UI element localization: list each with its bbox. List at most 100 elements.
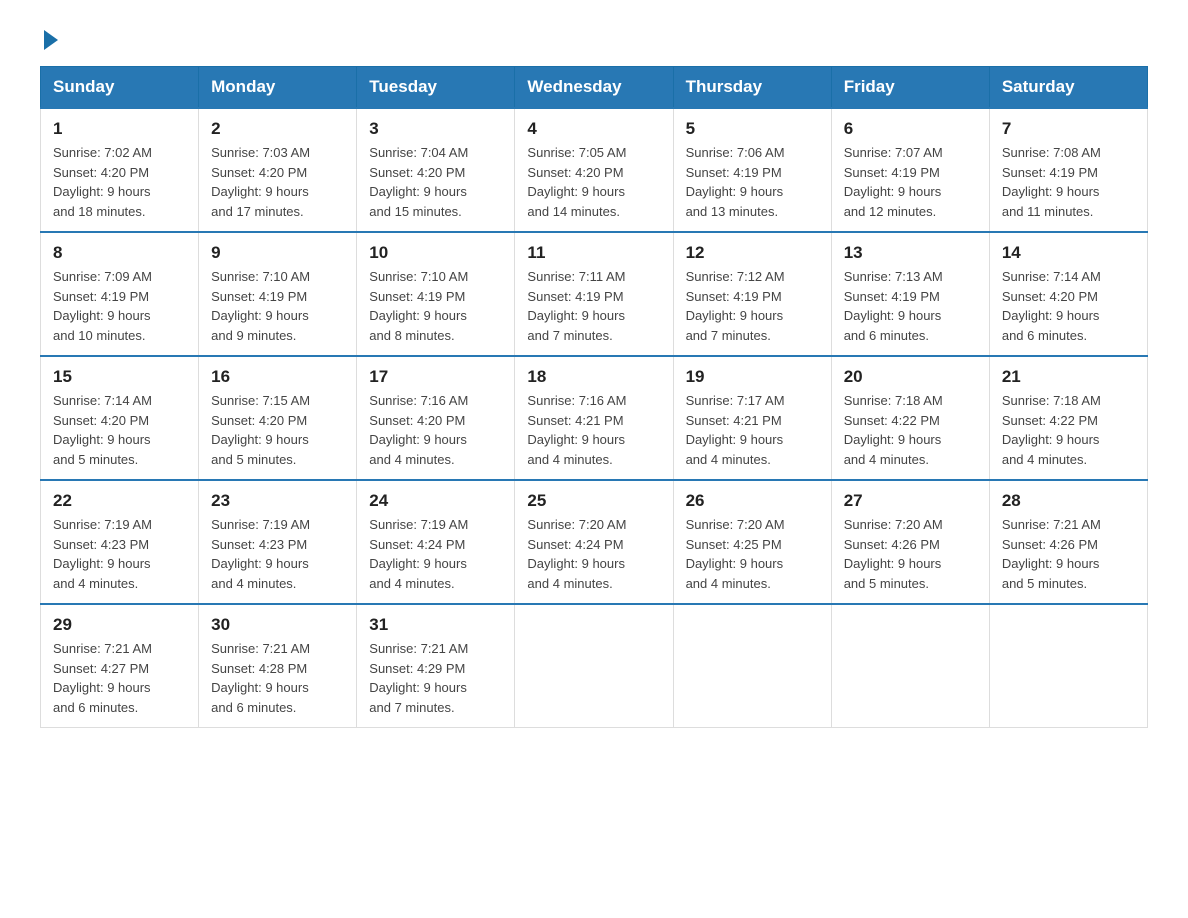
day-number: 8: [53, 243, 186, 263]
calendar-table: SundayMondayTuesdayWednesdayThursdayFrid…: [40, 66, 1148, 728]
calendar-cell: 4 Sunrise: 7:05 AMSunset: 4:20 PMDayligh…: [515, 108, 673, 232]
calendar-cell: 12 Sunrise: 7:12 AMSunset: 4:19 PMDaylig…: [673, 232, 831, 356]
calendar-cell: 2 Sunrise: 7:03 AMSunset: 4:20 PMDayligh…: [199, 108, 357, 232]
calendar-week-row: 15 Sunrise: 7:14 AMSunset: 4:20 PMDaylig…: [41, 356, 1148, 480]
day-info: Sunrise: 7:13 AMSunset: 4:19 PMDaylight:…: [844, 269, 943, 343]
calendar-cell: [673, 604, 831, 728]
day-info: Sunrise: 7:05 AMSunset: 4:20 PMDaylight:…: [527, 145, 626, 219]
day-number: 31: [369, 615, 502, 635]
page-header: [40, 30, 1148, 46]
calendar-header-tuesday: Tuesday: [357, 67, 515, 109]
calendar-cell: 25 Sunrise: 7:20 AMSunset: 4:24 PMDaylig…: [515, 480, 673, 604]
day-info: Sunrise: 7:20 AMSunset: 4:24 PMDaylight:…: [527, 517, 626, 591]
day-number: 7: [1002, 119, 1135, 139]
day-info: Sunrise: 7:21 AMSunset: 4:27 PMDaylight:…: [53, 641, 152, 715]
calendar-cell: [515, 604, 673, 728]
calendar-header-thursday: Thursday: [673, 67, 831, 109]
calendar-week-row: 8 Sunrise: 7:09 AMSunset: 4:19 PMDayligh…: [41, 232, 1148, 356]
day-number: 25: [527, 491, 660, 511]
calendar-cell: 21 Sunrise: 7:18 AMSunset: 4:22 PMDaylig…: [989, 356, 1147, 480]
calendar-cell: 28 Sunrise: 7:21 AMSunset: 4:26 PMDaylig…: [989, 480, 1147, 604]
calendar-cell: 22 Sunrise: 7:19 AMSunset: 4:23 PMDaylig…: [41, 480, 199, 604]
day-number: 24: [369, 491, 502, 511]
logo-arrow-icon: [44, 30, 58, 50]
calendar-cell: 20 Sunrise: 7:18 AMSunset: 4:22 PMDaylig…: [831, 356, 989, 480]
calendar-cell: 29 Sunrise: 7:21 AMSunset: 4:27 PMDaylig…: [41, 604, 199, 728]
calendar-cell: 23 Sunrise: 7:19 AMSunset: 4:23 PMDaylig…: [199, 480, 357, 604]
day-number: 3: [369, 119, 502, 139]
day-number: 4: [527, 119, 660, 139]
day-info: Sunrise: 7:20 AMSunset: 4:26 PMDaylight:…: [844, 517, 943, 591]
day-info: Sunrise: 7:21 AMSunset: 4:29 PMDaylight:…: [369, 641, 468, 715]
calendar-cell: 26 Sunrise: 7:20 AMSunset: 4:25 PMDaylig…: [673, 480, 831, 604]
day-info: Sunrise: 7:15 AMSunset: 4:20 PMDaylight:…: [211, 393, 310, 467]
day-number: 1: [53, 119, 186, 139]
calendar-header-monday: Monday: [199, 67, 357, 109]
day-info: Sunrise: 7:10 AMSunset: 4:19 PMDaylight:…: [211, 269, 310, 343]
calendar-cell: 24 Sunrise: 7:19 AMSunset: 4:24 PMDaylig…: [357, 480, 515, 604]
day-info: Sunrise: 7:10 AMSunset: 4:19 PMDaylight:…: [369, 269, 468, 343]
calendar-header-saturday: Saturday: [989, 67, 1147, 109]
calendar-cell: 1 Sunrise: 7:02 AMSunset: 4:20 PMDayligh…: [41, 108, 199, 232]
day-number: 30: [211, 615, 344, 635]
day-info: Sunrise: 7:14 AMSunset: 4:20 PMDaylight:…: [1002, 269, 1101, 343]
day-info: Sunrise: 7:11 AMSunset: 4:19 PMDaylight:…: [527, 269, 625, 343]
calendar-cell: 5 Sunrise: 7:06 AMSunset: 4:19 PMDayligh…: [673, 108, 831, 232]
day-number: 28: [1002, 491, 1135, 511]
calendar-header-sunday: Sunday: [41, 67, 199, 109]
day-info: Sunrise: 7:18 AMSunset: 4:22 PMDaylight:…: [1002, 393, 1101, 467]
day-number: 23: [211, 491, 344, 511]
day-number: 29: [53, 615, 186, 635]
calendar-cell: 31 Sunrise: 7:21 AMSunset: 4:29 PMDaylig…: [357, 604, 515, 728]
day-info: Sunrise: 7:19 AMSunset: 4:23 PMDaylight:…: [53, 517, 152, 591]
day-info: Sunrise: 7:16 AMSunset: 4:20 PMDaylight:…: [369, 393, 468, 467]
calendar-week-row: 29 Sunrise: 7:21 AMSunset: 4:27 PMDaylig…: [41, 604, 1148, 728]
day-info: Sunrise: 7:21 AMSunset: 4:26 PMDaylight:…: [1002, 517, 1101, 591]
day-info: Sunrise: 7:16 AMSunset: 4:21 PMDaylight:…: [527, 393, 626, 467]
day-info: Sunrise: 7:19 AMSunset: 4:23 PMDaylight:…: [211, 517, 310, 591]
day-number: 16: [211, 367, 344, 387]
day-number: 14: [1002, 243, 1135, 263]
day-info: Sunrise: 7:09 AMSunset: 4:19 PMDaylight:…: [53, 269, 152, 343]
day-info: Sunrise: 7:04 AMSunset: 4:20 PMDaylight:…: [369, 145, 468, 219]
day-info: Sunrise: 7:07 AMSunset: 4:19 PMDaylight:…: [844, 145, 943, 219]
calendar-cell: 17 Sunrise: 7:16 AMSunset: 4:20 PMDaylig…: [357, 356, 515, 480]
day-number: 17: [369, 367, 502, 387]
calendar-cell: 15 Sunrise: 7:14 AMSunset: 4:20 PMDaylig…: [41, 356, 199, 480]
day-number: 2: [211, 119, 344, 139]
day-number: 9: [211, 243, 344, 263]
day-number: 13: [844, 243, 977, 263]
calendar-cell: 6 Sunrise: 7:07 AMSunset: 4:19 PMDayligh…: [831, 108, 989, 232]
calendar-cell: 19 Sunrise: 7:17 AMSunset: 4:21 PMDaylig…: [673, 356, 831, 480]
day-info: Sunrise: 7:17 AMSunset: 4:21 PMDaylight:…: [686, 393, 785, 467]
day-number: 26: [686, 491, 819, 511]
calendar-cell: 8 Sunrise: 7:09 AMSunset: 4:19 PMDayligh…: [41, 232, 199, 356]
calendar-cell: [989, 604, 1147, 728]
logo: [40, 30, 58, 46]
day-info: Sunrise: 7:21 AMSunset: 4:28 PMDaylight:…: [211, 641, 310, 715]
calendar-cell: 27 Sunrise: 7:20 AMSunset: 4:26 PMDaylig…: [831, 480, 989, 604]
day-info: Sunrise: 7:20 AMSunset: 4:25 PMDaylight:…: [686, 517, 785, 591]
day-number: 19: [686, 367, 819, 387]
day-info: Sunrise: 7:02 AMSunset: 4:20 PMDaylight:…: [53, 145, 152, 219]
day-number: 21: [1002, 367, 1135, 387]
day-number: 18: [527, 367, 660, 387]
day-info: Sunrise: 7:18 AMSunset: 4:22 PMDaylight:…: [844, 393, 943, 467]
calendar-header-wednesday: Wednesday: [515, 67, 673, 109]
calendar-cell: 30 Sunrise: 7:21 AMSunset: 4:28 PMDaylig…: [199, 604, 357, 728]
day-number: 12: [686, 243, 819, 263]
calendar-cell: 18 Sunrise: 7:16 AMSunset: 4:21 PMDaylig…: [515, 356, 673, 480]
day-info: Sunrise: 7:12 AMSunset: 4:19 PMDaylight:…: [686, 269, 785, 343]
day-info: Sunrise: 7:08 AMSunset: 4:19 PMDaylight:…: [1002, 145, 1101, 219]
calendar-week-row: 22 Sunrise: 7:19 AMSunset: 4:23 PMDaylig…: [41, 480, 1148, 604]
calendar-cell: 16 Sunrise: 7:15 AMSunset: 4:20 PMDaylig…: [199, 356, 357, 480]
calendar-header-friday: Friday: [831, 67, 989, 109]
calendar-header-row: SundayMondayTuesdayWednesdayThursdayFrid…: [41, 67, 1148, 109]
calendar-cell: [831, 604, 989, 728]
calendar-cell: 13 Sunrise: 7:13 AMSunset: 4:19 PMDaylig…: [831, 232, 989, 356]
calendar-cell: 10 Sunrise: 7:10 AMSunset: 4:19 PMDaylig…: [357, 232, 515, 356]
day-number: 5: [686, 119, 819, 139]
day-number: 27: [844, 491, 977, 511]
day-info: Sunrise: 7:06 AMSunset: 4:19 PMDaylight:…: [686, 145, 785, 219]
calendar-cell: 7 Sunrise: 7:08 AMSunset: 4:19 PMDayligh…: [989, 108, 1147, 232]
